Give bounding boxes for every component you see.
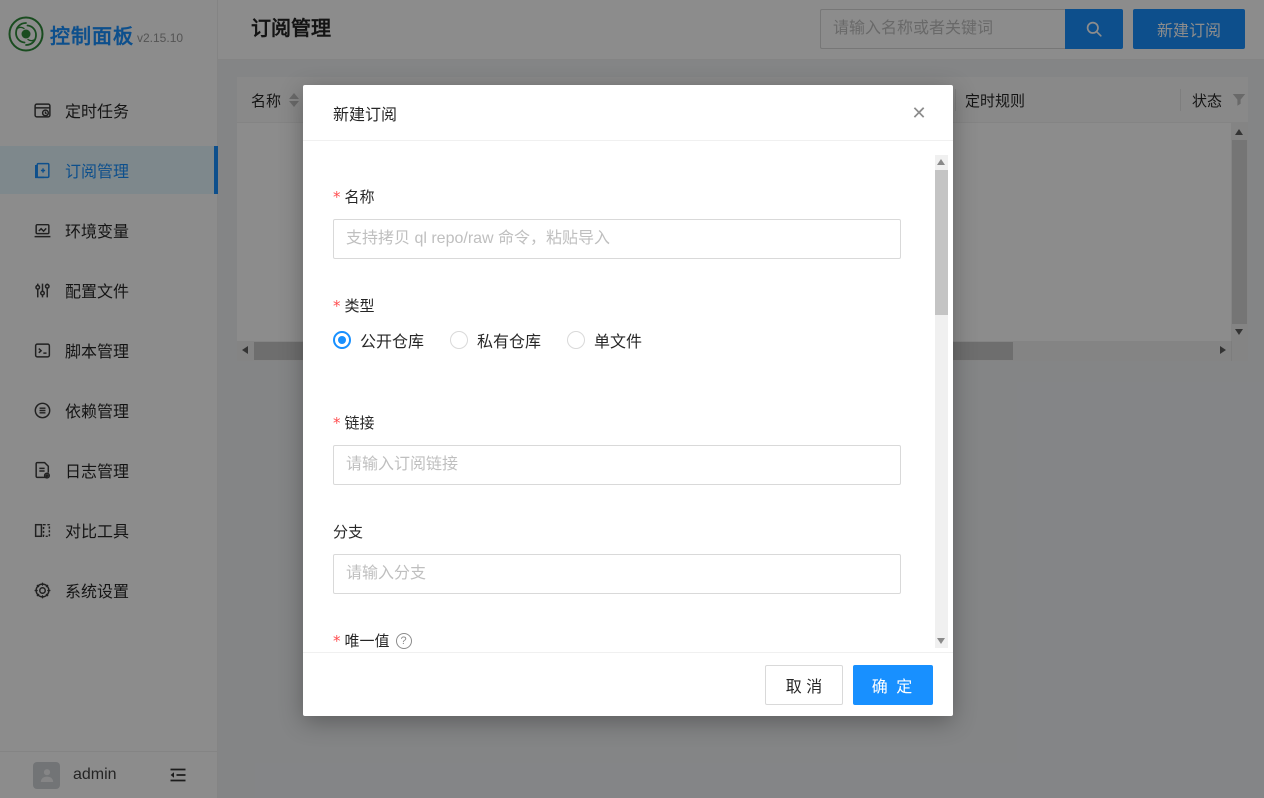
field-label-name: 名称: [333, 186, 901, 207]
ok-button[interactable]: 确 定: [853, 665, 933, 705]
radio-label: 公开仓库: [360, 328, 424, 352]
help-icon[interactable]: ?: [396, 633, 412, 649]
radio-unchecked-icon: [567, 331, 585, 349]
modal-header: 新建订阅 ✕: [303, 85, 953, 141]
field-type: 类型 公开仓库 私有仓库 单文件: [333, 295, 901, 352]
radio-public-repo[interactable]: 公开仓库: [333, 328, 424, 352]
label-text: 链接: [345, 412, 375, 433]
new-subscription-modal: 新建订阅 ✕ 名称 类型 公开仓库: [303, 85, 953, 716]
radio-label: 单文件: [594, 328, 642, 352]
branch-input[interactable]: [333, 554, 901, 594]
type-radio-group: 公开仓库 私有仓库 单文件: [333, 328, 901, 352]
modal-footer: 取 消 确 定: [303, 652, 953, 716]
radio-private-repo[interactable]: 私有仓库: [450, 328, 541, 352]
link-input[interactable]: [333, 445, 901, 485]
field-label-branch: 分支: [333, 521, 901, 542]
radio-unchecked-icon: [450, 331, 468, 349]
app-screen: 控制面板 v2.15.10 定时任务 订阅管理 环境变量: [0, 0, 1264, 798]
field-unique-value: 唯一值 ?: [333, 630, 901, 651]
field-label-unique: 唯一值 ?: [333, 630, 901, 651]
modal-title: 新建订阅: [333, 101, 397, 125]
name-input[interactable]: [333, 219, 901, 259]
radio-single-file[interactable]: 单文件: [567, 328, 642, 352]
scroll-up-arrow[interactable]: [937, 159, 945, 165]
label-text: 唯一值: [345, 630, 390, 651]
scroll-down-arrow[interactable]: [937, 638, 945, 644]
label-text: 分支: [333, 521, 363, 542]
radio-label: 私有仓库: [477, 328, 541, 352]
label-text: 名称: [345, 186, 375, 207]
radio-checked-icon: [333, 331, 351, 349]
field-link: 链接: [333, 412, 901, 485]
field-branch: 分支: [333, 521, 901, 594]
modal-scroll-thumb[interactable]: [935, 170, 948, 315]
field-name: 名称: [333, 186, 901, 259]
close-icon[interactable]: ✕: [907, 101, 931, 125]
label-text: 类型: [345, 295, 375, 316]
modal-body-scrollbar[interactable]: [935, 155, 948, 648]
field-label-link: 链接: [333, 412, 901, 433]
modal-body: 名称 类型 公开仓库 私有仓库: [303, 142, 953, 652]
field-label-type: 类型: [333, 295, 901, 316]
cancel-button[interactable]: 取 消: [765, 665, 843, 705]
